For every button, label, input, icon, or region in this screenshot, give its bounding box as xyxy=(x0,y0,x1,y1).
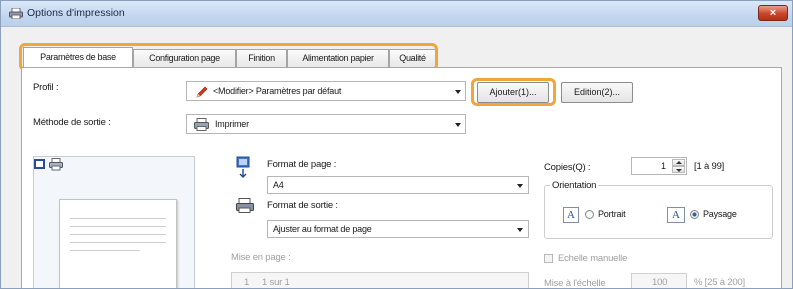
manual-scale-label[interactable]: Echelle manuelle xyxy=(558,253,627,264)
portrait-label[interactable]: Portrait xyxy=(598,209,626,219)
add-button-highlight xyxy=(471,78,556,106)
layout-label: Mise en page : xyxy=(231,252,291,263)
portrait-radio[interactable] xyxy=(585,210,594,219)
manual-scale-field-label: Mise à l'échelle xyxy=(544,278,606,289)
page-size-icon xyxy=(236,156,250,178)
preview-view-printer-icon[interactable] xyxy=(49,158,63,171)
manual-scale-checkbox[interactable] xyxy=(544,254,553,263)
profile-value: <Modifier> Paramètres par défaut xyxy=(213,86,342,96)
title-bar: Options d'impression × xyxy=(1,1,792,27)
copies-value: 1 xyxy=(661,161,666,171)
preview-view-page-icon[interactable] xyxy=(34,159,45,169)
orientation-label: Orientation xyxy=(550,180,599,191)
manual-scale-range: % [25 à 200] xyxy=(694,277,745,288)
printer-icon xyxy=(9,8,23,19)
landscape-label[interactable]: Paysage xyxy=(703,209,737,219)
preview-sheet xyxy=(59,199,177,288)
landscape-radio[interactable] xyxy=(690,210,699,219)
chevron-down-icon xyxy=(517,184,523,188)
copies-down-button[interactable] xyxy=(672,166,685,173)
page-format-value: A4 xyxy=(273,180,284,190)
window-title: Options d'impression xyxy=(27,7,125,19)
copies-up-button[interactable] xyxy=(672,159,685,166)
manual-scale-value: 100 xyxy=(652,277,668,288)
output-method-label: Méthode de sortie : xyxy=(33,117,111,128)
chevron-down-icon xyxy=(455,123,461,127)
profile-select[interactable]: <Modifier> Paramètres par défaut xyxy=(186,81,466,101)
output-method-value: Imprimer xyxy=(215,119,249,129)
output-method-select[interactable]: Imprimer xyxy=(186,114,466,134)
profile-label: Profil : xyxy=(33,82,59,93)
page-format-label: Format de page : xyxy=(267,159,337,170)
output-format-select[interactable]: Ajuster au format de page xyxy=(267,220,529,238)
copies-label: Copies(Q) : xyxy=(544,162,591,173)
output-format-value: Ajuster au format de page xyxy=(273,224,372,234)
chevron-down-icon xyxy=(517,228,523,232)
layout-number: 1 xyxy=(244,277,250,288)
output-size-icon xyxy=(236,198,254,213)
output-format-label: Format de sortie : xyxy=(267,200,338,211)
print-options-window: Options d'impression × Paramètres de bas… xyxy=(0,0,793,289)
portrait-icon: A xyxy=(563,207,579,223)
close-button[interactable]: × xyxy=(758,5,788,21)
layout-value: 1 sur 1 xyxy=(262,277,290,288)
chevron-down-icon xyxy=(455,90,461,94)
copies-stepper[interactable]: 1 xyxy=(631,157,687,175)
copies-range: [1 à 99] xyxy=(694,161,725,172)
manual-scale-stepper[interactable]: 100 xyxy=(631,273,687,288)
edit-profile-button[interactable]: Edition(2)... xyxy=(561,82,633,103)
landscape-icon: A xyxy=(667,207,685,223)
pencil-icon xyxy=(196,86,208,98)
page-format-select[interactable]: A4 xyxy=(267,176,529,194)
layout-select[interactable]: 1 1 sur 1 xyxy=(231,272,529,288)
printer-icon xyxy=(194,118,209,131)
